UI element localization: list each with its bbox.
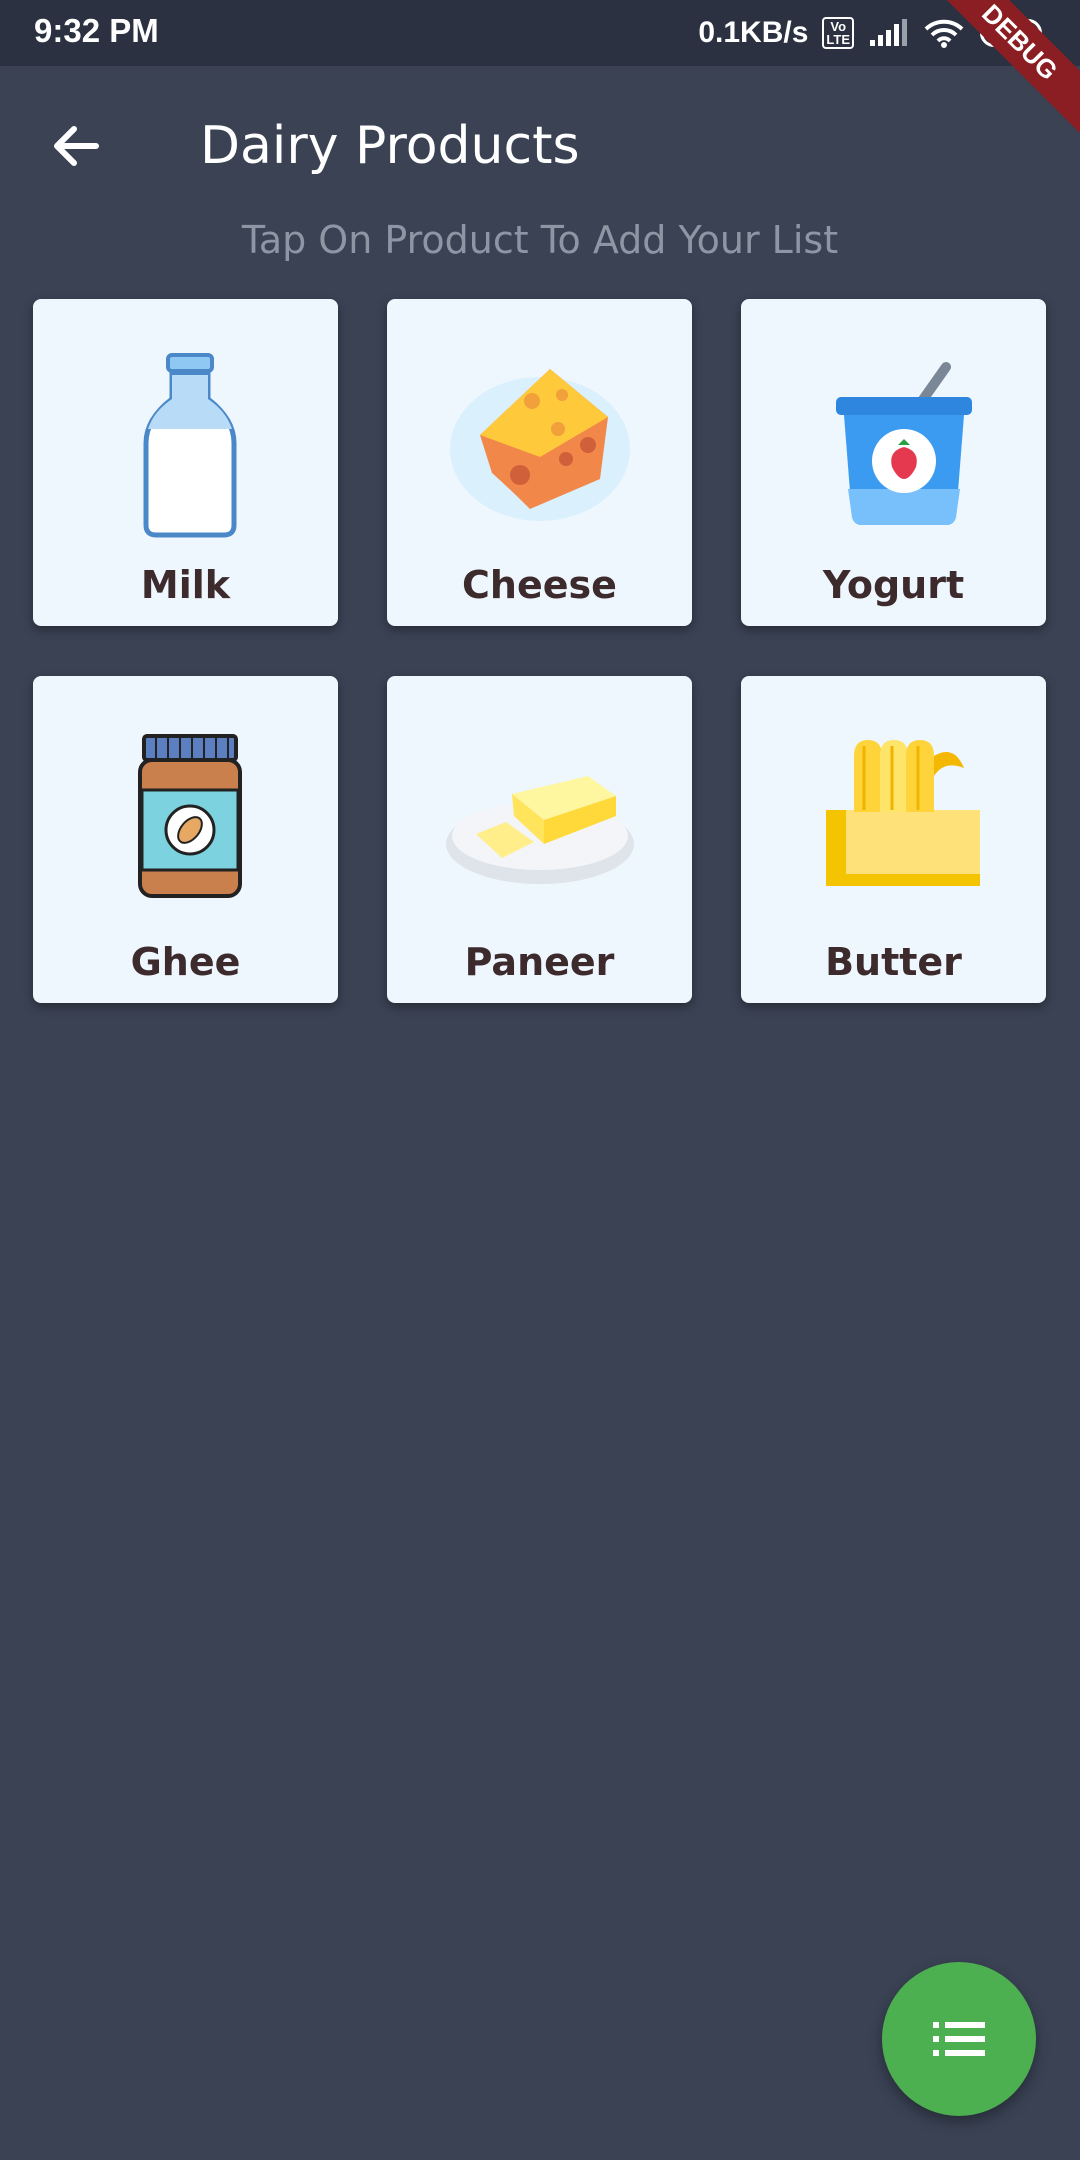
paneer-icon bbox=[440, 716, 640, 916]
network-speed: 0.1KB/s bbox=[698, 16, 809, 49]
product-grid: Milk Cheese Yogurt Ghee Paneer Butter bbox=[33, 299, 1047, 1003]
cheese-icon bbox=[440, 339, 640, 539]
product-label: Cheese bbox=[462, 563, 617, 607]
wifi-icon bbox=[924, 19, 964, 48]
product-card-butter[interactable]: Butter bbox=[741, 676, 1046, 1003]
volte-icon: Vo LTE bbox=[822, 17, 854, 49]
status-time: 9:32 PM bbox=[34, 12, 159, 49]
yogurt-icon bbox=[794, 339, 994, 539]
product-label: Yogurt bbox=[822, 563, 965, 607]
product-label: Paneer bbox=[464, 940, 615, 984]
product-card-milk[interactable]: Milk bbox=[33, 299, 338, 626]
volte-bottom-text: LTE bbox=[826, 32, 850, 47]
butter-icon bbox=[794, 716, 994, 916]
app-bar: Dairy Products bbox=[0, 66, 1080, 216]
product-card-ghee[interactable]: Ghee bbox=[33, 676, 338, 1003]
milk-bottle-icon bbox=[86, 339, 286, 539]
instruction-text: Tap On Product To Add Your List bbox=[241, 218, 839, 262]
product-card-yogurt[interactable]: Yogurt bbox=[741, 299, 1046, 626]
product-card-cheese[interactable]: Cheese bbox=[387, 299, 692, 626]
page-title: Dairy Products bbox=[200, 116, 580, 176]
view-list-fab[interactable] bbox=[882, 1962, 1036, 2116]
product-label: Ghee bbox=[130, 940, 241, 984]
list-icon bbox=[933, 2022, 985, 2056]
ghee-jar-icon bbox=[86, 716, 286, 916]
product-label: Milk bbox=[140, 563, 231, 607]
status-bar: 9:32 PM 0.1KB/s Vo LTE 87 bbox=[0, 0, 1080, 66]
arrow-back-icon bbox=[54, 126, 99, 166]
product-card-paneer[interactable]: Paneer bbox=[387, 676, 692, 1003]
product-label: Butter bbox=[825, 940, 962, 984]
signal-icon bbox=[870, 19, 907, 46]
back-button[interactable] bbox=[40, 110, 112, 182]
